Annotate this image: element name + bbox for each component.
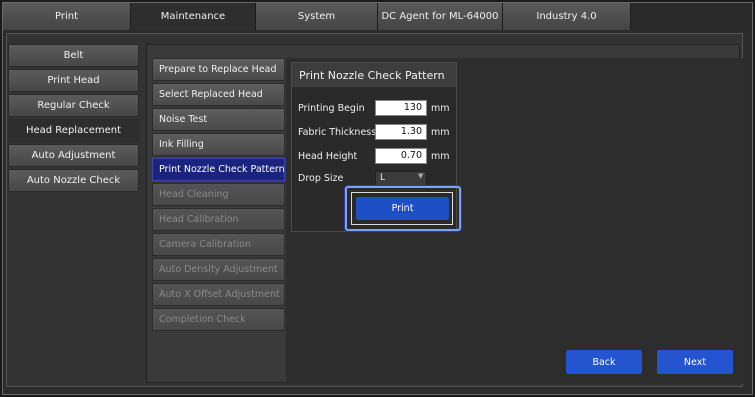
tab-dc-agent[interactable]: DC Agent for ML-64000 <box>378 3 503 30</box>
label-printing-begin: Printing Begin <box>298 103 365 114</box>
fabric-thickness-input[interactable]: 1.30 <box>375 124 427 140</box>
step-auto-x-offset: Auto X Offset Adjustment <box>152 283 285 306</box>
step-head-cleaning: Head Cleaning <box>152 183 285 206</box>
unit-fabric-thickness: mm <box>431 127 450 138</box>
menu-item-regular-check[interactable]: Regular Check <box>8 94 139 117</box>
tab-maintenance[interactable]: Maintenance <box>131 3 256 30</box>
label-head-height: Head Height <box>298 151 358 162</box>
next-button[interactable]: Next <box>657 350 733 374</box>
head-height-input[interactable]: 0.70 <box>375 148 427 164</box>
menu-item-auto-adjustment[interactable]: Auto Adjustment <box>8 144 139 167</box>
form-title: Print Nozzle Check Pattern <box>292 63 456 87</box>
top-tab-bar: Print Maintenance System DC Agent for ML… <box>3 3 752 30</box>
tab-system[interactable]: System <box>256 3 378 30</box>
label-fabric-thickness: Fabric Thickness <box>298 127 377 138</box>
menu-item-belt[interactable]: Belt <box>8 44 139 67</box>
left-menu: Belt Print Head Regular Check Head Repla… <box>8 44 139 194</box>
step-noise-test[interactable]: Noise Test <box>152 108 285 131</box>
unit-printing-begin: mm <box>431 103 450 114</box>
unit-head-height: mm <box>431 151 450 162</box>
menu-item-auto-nozzle-check[interactable]: Auto Nozzle Check <box>8 169 139 192</box>
chevron-down-icon: ▼ <box>418 172 424 180</box>
step-print-nozzle-check[interactable]: Print Nozzle Check Pattern <box>152 158 285 181</box>
back-button[interactable]: Back <box>566 350 642 374</box>
menu-item-head-replacement[interactable]: Head Replacement <box>8 119 139 142</box>
step-list: Prepare to Replace Head Select Replaced … <box>152 58 285 333</box>
step-head-calibration: Head Calibration <box>152 208 285 231</box>
step-completion-check: Completion Check <box>152 308 285 331</box>
label-drop-size: Drop Size <box>298 173 344 184</box>
step-camera-calibration: Camera Calibration <box>152 233 285 256</box>
step-select-replaced-head[interactable]: Select Replaced Head <box>152 83 285 106</box>
menu-item-print-head[interactable]: Print Head <box>8 69 139 92</box>
tab-industry-4[interactable]: Industry 4.0 <box>503 3 631 30</box>
step-auto-density: Auto Density Adjustment <box>152 258 285 281</box>
step-ink-filling[interactable]: Ink Filling <box>152 133 285 156</box>
printing-begin-input[interactable]: 130 <box>375 100 427 116</box>
tab-print[interactable]: Print <box>3 3 131 30</box>
print-button[interactable]: Print <box>356 197 449 220</box>
step-prepare-replace-head[interactable]: Prepare to Replace Head <box>152 58 285 81</box>
